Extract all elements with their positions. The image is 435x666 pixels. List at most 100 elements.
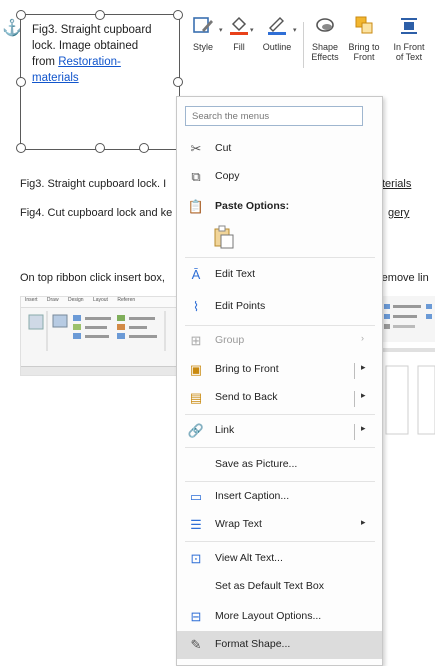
menu-item-set-default-text-box[interactable]: Set as Default Text Box [177, 573, 382, 601]
fig4-caption: Fig4. Cut cupboard lock and ke [20, 207, 173, 219]
resize-handle-left[interactable] [16, 77, 26, 87]
shape-effects-button[interactable]: Shape Effects [307, 14, 343, 62]
bring-to-front-button[interactable]: Bring to Front [345, 14, 383, 62]
menu-separator [185, 541, 375, 542]
text-box-prefix: from [32, 56, 59, 68]
search-menus-input[interactable]: Search the menus [185, 106, 363, 126]
menu-item-link[interactable]: 🔗 Link ▸ [177, 417, 382, 445]
menu-item-label: Format Shape... [215, 638, 291, 650]
send-to-back-icon: ▤ [189, 390, 203, 405]
mini-ribbon-tabs: Insert Draw Design Layout Referen [21, 297, 183, 308]
context-menu: Search the menus ✂ Cut ⧉ Copy 📋 Paste Op… [176, 96, 383, 666]
bring-to-front-icon [355, 16, 373, 34]
resize-handle-top-left[interactable] [16, 10, 26, 20]
mini-ribbon-icons [28, 311, 166, 351]
wrap-text-icon: ☰ [190, 517, 202, 532]
resize-handle-top[interactable] [95, 10, 105, 20]
shape-effects-label-1: Shape [311, 42, 339, 52]
fig3-caption-link[interactable]: terials [382, 178, 411, 190]
menu-item-edit-text[interactable]: Ā Edit Text [177, 261, 382, 289]
style-label: Style [192, 42, 213, 52]
mini-tab: Insert [25, 297, 38, 303]
menu-item-wrap-text[interactable]: ☰ Wrap Text ▸ [177, 511, 382, 539]
fig4-caption-link[interactable]: gery [388, 207, 409, 219]
menu-item-label: Set as Default Text Box [215, 580, 324, 592]
menu-item-more-layout-options[interactable]: ⊟ More Layout Options... [177, 603, 382, 631]
text-box-line: Fig3. Straight cupboard [32, 24, 152, 36]
mini-tab: Referen [117, 297, 136, 303]
resize-handle-top-right[interactable] [173, 10, 183, 20]
menu-separator [185, 447, 375, 448]
menu-item-send-to-back[interactable]: ▤ Send to Back ▸ [177, 384, 382, 412]
in-front-of-text-label-1: In Front [393, 42, 425, 52]
shape-style-icon [193, 17, 213, 33]
layout-options-icon: ⊟ [190, 609, 202, 624]
group-icon: ⊞ [190, 333, 202, 348]
materials-link[interactable]: materials [32, 72, 79, 84]
menu-item-label: More Layout Options... [215, 610, 322, 622]
style-button[interactable]: Style [186, 14, 220, 52]
in-front-of-text-button[interactable]: In Front of Text [388, 14, 430, 62]
link-icon: 🔗 [187, 423, 205, 438]
mini-tab: Layout [92, 297, 108, 303]
menu-item-label: Insert Caption... [215, 490, 290, 502]
fill-dropdown-icon[interactable]: ▾ [250, 26, 254, 34]
shape-effects-icon [316, 18, 334, 32]
edit-text-icon: Ā [191, 267, 201, 282]
menu-item-label: Send to Back [215, 391, 278, 403]
menu-item-group[interactable]: ⊞ Group › [177, 327, 382, 355]
fig3-caption: Fig3. Straight cupboard lock. I [20, 178, 167, 190]
ribbon-separator [303, 22, 304, 68]
menu-item-edit-points[interactable]: ⌇ Edit Points [177, 293, 382, 321]
mini-tab: Draw [46, 297, 59, 303]
menu-item-copy[interactable]: ⧉ Copy [177, 163, 382, 191]
text-box-line: from Restoration- [32, 54, 162, 70]
bring-to-front-label-2: Front [353, 52, 375, 62]
text-box-line: lock. Image obtained [32, 40, 139, 52]
instruction-text: On top ribbon click insert box, [20, 272, 165, 284]
menu-item-insert-caption[interactable]: ▭ Insert Caption... [177, 483, 382, 511]
split-separator [354, 363, 355, 379]
menu-item-format-shape[interactable]: ✎ Format Shape... [177, 631, 382, 659]
menu-item-save-as-picture[interactable]: Save as Picture... [177, 451, 382, 479]
embedded-ribbon-screenshot: Insert Draw Design Layout Referen [20, 296, 184, 376]
right-ribbon-fragment [380, 296, 435, 435]
menu-item-bring-to-front[interactable]: ▣ Bring to Front ▸ [177, 356, 382, 384]
outline-label: Outline [262, 42, 292, 52]
menu-item-label: Edit Text [215, 268, 256, 280]
menu-separator [185, 257, 375, 258]
scissors-icon: ✂ [190, 141, 202, 156]
submenu-arrow-icon[interactable]: ▸ [361, 362, 366, 373]
fill-button[interactable]: Fill [226, 14, 252, 52]
menu-separator [185, 481, 375, 482]
paint-bucket-icon [230, 16, 248, 35]
split-separator [354, 391, 355, 407]
text-box-content[interactable]: Fig3. Straight cupboard lock. Image obta… [32, 22, 162, 86]
outline-button[interactable]: Outline [257, 14, 297, 52]
resize-handle-right[interactable] [173, 77, 183, 87]
menu-item-label: Link [215, 424, 235, 436]
menu-item-label: Bring to Front [215, 363, 279, 375]
edit-points-icon: ⌇ [192, 299, 200, 314]
format-shape-icon: ✎ [190, 637, 202, 652]
resize-handle-bottom[interactable] [95, 143, 105, 153]
menu-item-label: Save as Picture... [215, 458, 298, 470]
submenu-arrow-icon: › [361, 333, 364, 343]
pen-outline-icon [268, 17, 286, 35]
submenu-arrow-icon: ▸ [361, 517, 366, 527]
paste-clipboard-icon: 📋 [187, 199, 205, 214]
menu-item-cut[interactable]: ✂ Cut [177, 135, 382, 163]
menu-item-label: View Alt Text... [215, 552, 283, 564]
bring-to-front-label-1: Bring to [348, 42, 380, 52]
resize-handle-bottom-left[interactable] [16, 143, 26, 153]
restoration-link[interactable]: Restoration- [58, 56, 121, 68]
menu-item-view-alt-text[interactable]: ⊡ View Alt Text... [177, 545, 382, 573]
submenu-arrow-icon[interactable]: ▸ [361, 390, 366, 401]
paste-keep-format-button[interactable] [213, 225, 235, 249]
style-dropdown-icon[interactable]: ▾ [219, 26, 223, 34]
outline-dropdown-icon[interactable]: ▾ [293, 26, 297, 34]
resize-handle-bottom-2[interactable] [139, 143, 149, 153]
right-partial-ribbon [380, 296, 435, 436]
submenu-arrow-icon[interactable]: ▸ [361, 423, 366, 434]
mini-ribbon-body [25, 311, 179, 359]
